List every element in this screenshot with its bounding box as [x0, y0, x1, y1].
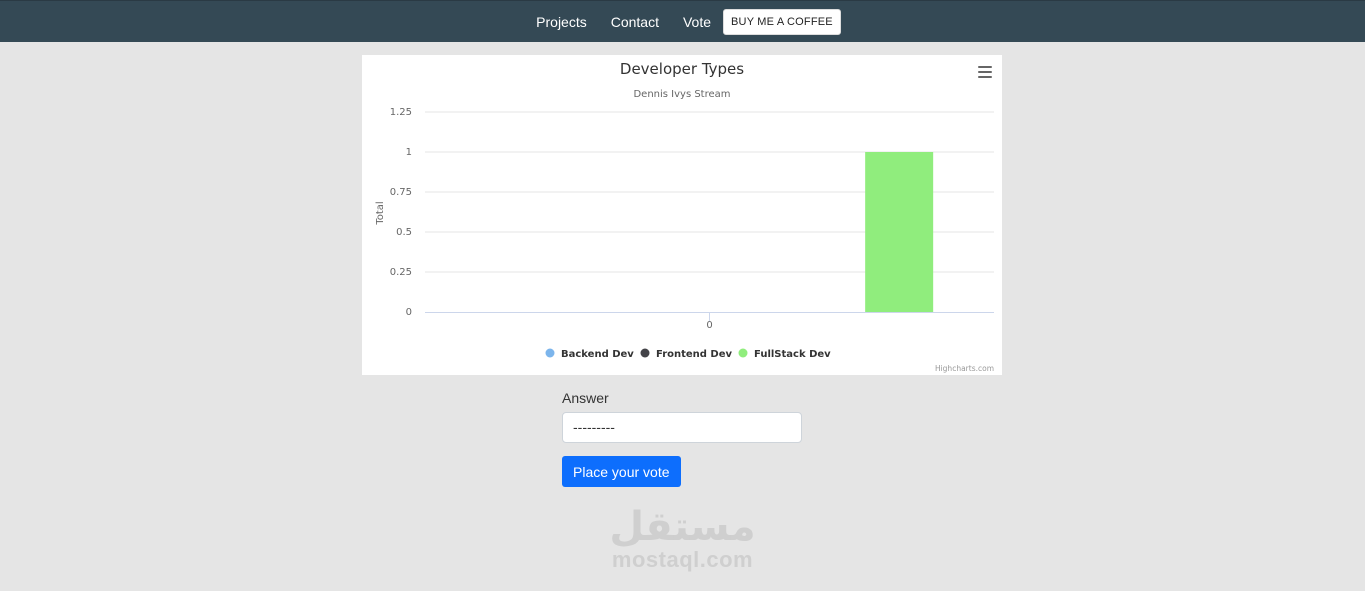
- nav-link-vote[interactable]: Vote: [683, 1, 711, 43]
- buy-me-a-coffee-button[interactable]: BUY ME A COFFEE: [723, 9, 841, 35]
- top-navbar: Projects Contact Vote BUY ME A COFFEE: [0, 0, 1365, 42]
- legend-label: FullStack Dev: [754, 349, 831, 360]
- watermark-latin-text: mostaql.com: [611, 547, 754, 572]
- nav-link-projects[interactable]: Projects: [536, 1, 587, 43]
- legend-marker: [738, 348, 748, 358]
- answer-label: Answer: [562, 390, 609, 406]
- nav-link-contact[interactable]: Contact: [611, 1, 659, 43]
- legend-item[interactable]: Frontend Dev: [640, 348, 733, 361]
- legend-item[interactable]: FullStack Dev: [738, 348, 832, 361]
- chart-subtitle: Dennis Ivys Stream: [633, 89, 730, 100]
- y-tick-label: 1.25: [390, 107, 412, 118]
- legend-marker: [640, 348, 650, 358]
- chart-title: Developer Types: [620, 60, 744, 78]
- place-vote-button[interactable]: Place your vote: [562, 456, 681, 487]
- legend-item[interactable]: Backend Dev: [545, 348, 635, 361]
- legend-label: Frontend Dev: [656, 349, 733, 360]
- y-tick-label: 1: [406, 147, 412, 158]
- y-tick-label: 0.5: [396, 227, 412, 238]
- vote-form: Answer --------- Place your vote: [562, 390, 802, 487]
- answer-select[interactable]: ---------: [562, 412, 802, 443]
- legend-marker: [545, 348, 555, 358]
- x-axis-tick-label: 0: [706, 320, 712, 331]
- y-axis-ticks: 0 0.25 0.5 0.75 1 1.25: [390, 107, 412, 318]
- mostaql-watermark: مستقل mostaql.com: [600, 505, 765, 571]
- y-axis-label: Total: [375, 201, 386, 225]
- chart-legend: Backend Dev Frontend Dev FullStack Dev: [545, 348, 832, 361]
- developer-types-chart: Developer Types Dennis Ivys Stream Total…: [375, 60, 994, 373]
- highcharts-credits[interactable]: Highcharts.com: [935, 364, 994, 373]
- bar-series: [865, 152, 934, 312]
- chart-container: Developer Types Dennis Ivys Stream Total…: [362, 55, 1002, 375]
- y-tick-label: 0.75: [390, 187, 412, 198]
- watermark-arabic-text: مستقل: [609, 504, 756, 550]
- y-tick-label: 0: [406, 307, 412, 318]
- nav-links: Projects Contact Vote BUY ME A COFFEE: [0, 1, 1365, 43]
- bar-fullstack-dev: [865, 152, 934, 312]
- legend-label: Backend Dev: [561, 349, 634, 360]
- hamburger-icon[interactable]: [978, 66, 992, 78]
- y-tick-label: 0.25: [390, 267, 412, 278]
